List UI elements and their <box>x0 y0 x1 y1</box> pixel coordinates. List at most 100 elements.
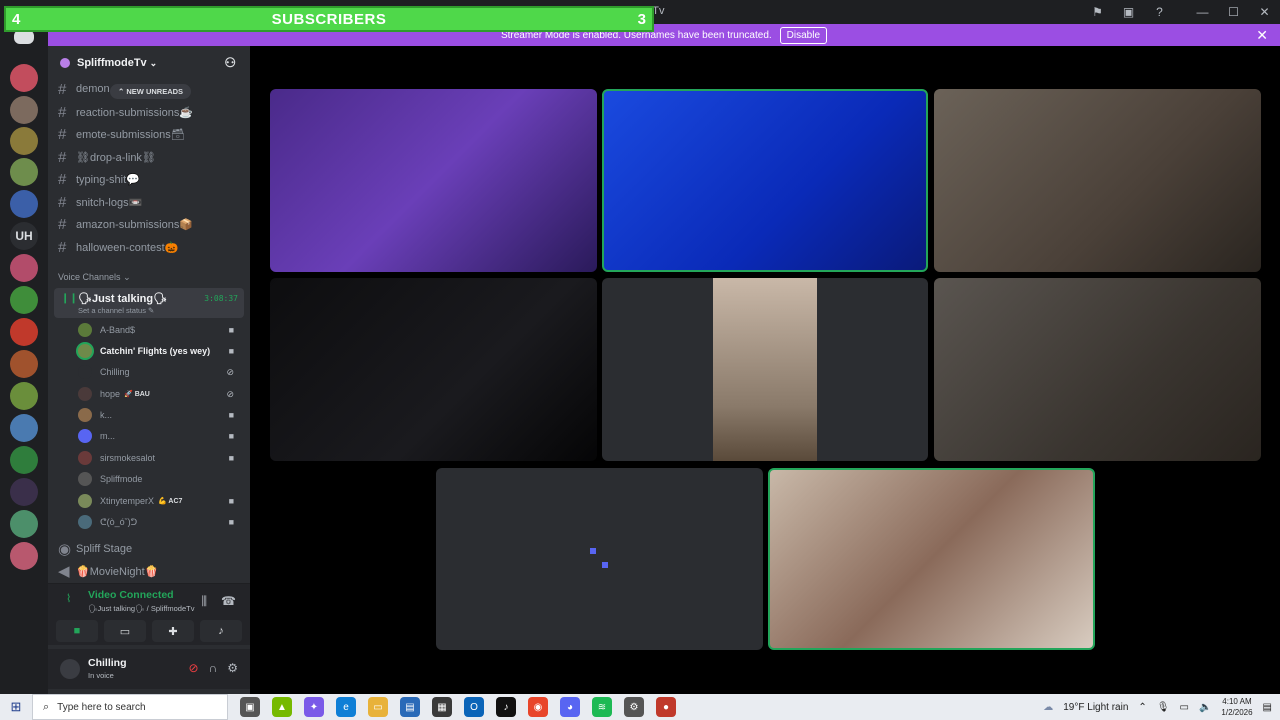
server-icon[interactable] <box>10 254 38 282</box>
chrome-icon[interactable]: ◉ <box>528 697 548 717</box>
voice-channels-header[interactable]: Voice Channels ⌄ <box>58 272 131 283</box>
store-icon[interactable]: ▤ <box>400 697 420 717</box>
noise-suppression-icon[interactable]: ⫼ <box>202 594 208 609</box>
server-icon[interactable] <box>10 158 38 186</box>
close-banner-icon[interactable]: ✕ <box>1256 27 1268 44</box>
server-header[interactable]: SpliffmodeTv ⌄ ⚇ <box>48 46 250 80</box>
avatar[interactable] <box>60 659 80 679</box>
soundboard-button[interactable]: ♪ <box>200 620 242 642</box>
clock-time: 4:10 AM <box>1222 697 1252 706</box>
channel-item[interactable]: # ⛓drop-a-link⛓ <box>58 147 244 167</box>
voice-member[interactable]: XtinytemperX 💪 AC7 ■ <box>78 492 244 510</box>
clock[interactable]: 4:10 AM 1/2/2026 <box>1221 696 1252 718</box>
outlook-icon[interactable]: O <box>464 697 484 717</box>
server-icon[interactable] <box>10 127 38 155</box>
video-tile[interactable] <box>270 89 597 272</box>
edge-icon[interactable]: e <box>336 697 356 717</box>
server-icon[interactable] <box>10 318 38 346</box>
settings-icon[interactable]: ⚙ <box>624 697 644 717</box>
server-icon[interactable] <box>10 542 38 570</box>
server-uh[interactable]: UH <box>10 222 38 250</box>
discord-icon[interactable]: ◕ <box>560 697 580 717</box>
camera-button[interactable]: ■ <box>56 620 98 642</box>
voice-member[interactable]: A-Band$ ■ <box>78 321 244 339</box>
voice-channel-item[interactable]: ◀ 🍿MovieNight🍿 <box>58 561 244 581</box>
screen-icon[interactable]: ▣ <box>1113 0 1144 24</box>
task-view-icon[interactable]: ▣ <box>240 697 260 717</box>
video-tile[interactable] <box>602 278 928 461</box>
minimize-button[interactable]: — <box>1187 0 1218 24</box>
server-icon[interactable] <box>10 382 38 410</box>
network-icon[interactable]: ▭ <box>1180 702 1189 713</box>
discord-home-icon[interactable] <box>14 30 34 44</box>
spotify-icon[interactable]: ≋ <box>592 697 612 717</box>
member-name: Chilling <box>100 367 130 377</box>
server-icon[interactable] <box>10 478 38 506</box>
video-tile[interactable] <box>436 468 763 650</box>
disconnect-icon[interactable]: ☎ <box>221 594 236 609</box>
hash-icon: # <box>58 103 67 121</box>
active-voice-channel[interactable]: ❙❙ 🗣Just talking🗣 3:08:37 Set a channel … <box>54 288 244 318</box>
app-icon[interactable]: ▦ <box>432 697 452 717</box>
headphones-icon[interactable]: ∩ <box>209 661 218 675</box>
channel-item[interactable]: # halloween-contest🎃 <box>58 237 244 257</box>
taskbar-search[interactable]: ⌕ Type here to search <box>32 694 228 720</box>
server-icon[interactable] <box>10 96 38 124</box>
voice-channel-item[interactable]: ◉ Spliff Stage <box>58 539 244 559</box>
video-tile-speaking[interactable] <box>602 89 928 272</box>
volume-icon[interactable]: 🔈 <box>1199 702 1211 713</box>
voice-member[interactable]: Catchin' Flights (yes wey) ■ <box>78 342 244 360</box>
channel-name: reaction-submissions☕ <box>76 106 194 119</box>
server-icon[interactable] <box>10 414 38 442</box>
notifications-icon[interactable]: ▤ <box>1263 702 1272 713</box>
maximize-button[interactable]: ☐ <box>1218 0 1249 24</box>
copilot-icon[interactable]: ✦ <box>304 697 324 717</box>
avatar <box>78 365 92 379</box>
video-tile[interactable] <box>934 89 1261 272</box>
help-icon[interactable]: ? <box>1144 0 1175 24</box>
disable-streamer-mode-button[interactable]: Disable <box>779 26 828 44</box>
close-window-button[interactable]: ✕ <box>1249 0 1280 24</box>
microphone-icon[interactable]: 🎙 <box>1157 702 1170 713</box>
invite-people-icon[interactable]: ⚇ <box>224 55 236 71</box>
video-tile[interactable] <box>934 278 1261 461</box>
windows-start-icon[interactable]: ⊞ <box>0 694 32 720</box>
server-icon[interactable] <box>10 446 38 474</box>
gear-icon[interactable]: ⚙ <box>227 661 238 675</box>
voice-member[interactable]: Chilling ⊘ <box>78 363 244 381</box>
new-unreads-label: NEW UNREADS <box>126 87 184 96</box>
video-tile-speaking[interactable] <box>768 468 1095 650</box>
tiktok-icon[interactable]: ♪ <box>496 697 516 717</box>
activities-button[interactable]: ✚ <box>152 620 194 642</box>
voice-status-title[interactable]: Video Connected <box>88 589 174 601</box>
voice-member[interactable]: Spliffmode <box>78 470 244 488</box>
voice-member[interactable]: sirsmokesalot ■ <box>78 449 244 467</box>
member-name: hope <box>100 389 121 399</box>
app-icon[interactable]: ● <box>656 697 676 717</box>
server-icon[interactable] <box>10 64 38 92</box>
chevron-up-icon[interactable]: ⌃ <box>1138 702 1146 713</box>
inbox-icon[interactable]: ⚑ <box>1082 0 1113 24</box>
voice-member[interactable]: ᕦ(ò_óˇ)ᕤ ■ <box>78 513 244 531</box>
new-unreads-pill[interactable]: ⌃ NEW UNREADS <box>110 84 192 99</box>
server-icon[interactable] <box>10 510 38 538</box>
video-tile[interactable] <box>270 278 597 461</box>
mute-icon[interactable]: ⊘ <box>189 661 199 675</box>
server-icon[interactable] <box>10 286 38 314</box>
user-name[interactable]: Chilling <box>88 657 127 669</box>
channel-item[interactable]: # typing-shit💬 <box>58 169 244 189</box>
set-channel-status[interactable]: Set a channel status ✎ <box>78 306 154 315</box>
screen-share-button[interactable]: ▭ <box>104 620 146 642</box>
voice-member[interactable]: m... ■ <box>78 427 244 445</box>
weather-text[interactable]: 19°F Light rain <box>1063 702 1128 713</box>
file-explorer-icon[interactable]: ▭ <box>368 697 388 717</box>
voice-member[interactable]: k... ■ <box>78 406 244 424</box>
channel-item[interactable]: # amazon-submissions📦 <box>58 214 244 234</box>
channel-item[interactable]: # reaction-submissions☕ <box>58 102 244 122</box>
server-icon[interactable] <box>10 190 38 218</box>
channel-item[interactable]: # snitch-logs📼 <box>58 192 244 212</box>
nvidia-icon[interactable]: ▲ <box>272 697 292 717</box>
voice-member[interactable]: hope 🚀 BAU ⊘ <box>78 385 244 403</box>
channel-item[interactable]: # emote-submissions🗃 <box>58 124 244 144</box>
server-icon[interactable] <box>10 350 38 378</box>
